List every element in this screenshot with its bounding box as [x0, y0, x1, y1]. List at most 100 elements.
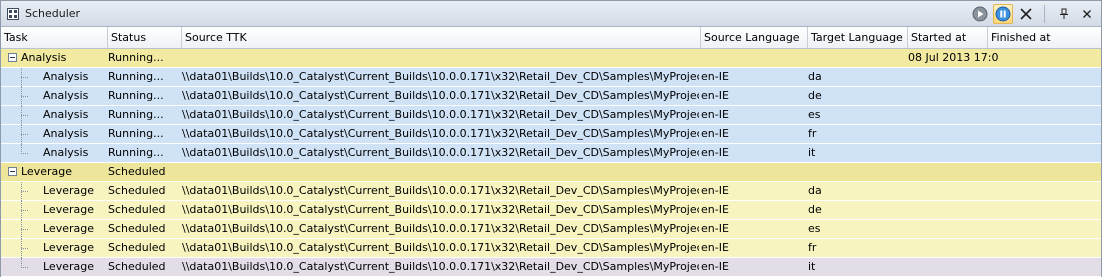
status-cell: Running... [108, 127, 164, 140]
status-cell: Running... [108, 146, 164, 159]
column-header-started-at[interactable]: Started at [907, 27, 987, 48]
tree-connector [21, 115, 28, 117]
table-row[interactable]: Leverage Scheduled \\data01\Builds\10.0_… [1, 258, 1101, 277]
finished-cell [988, 163, 1100, 181]
source-language-cell: en-IE [701, 222, 729, 235]
source-cell: \\data01\Builds\10.0_Catalyst\Current_Bu… [182, 241, 699, 254]
status-cell: Running... [108, 89, 164, 102]
target-language-cell: it [808, 260, 816, 273]
pin-button[interactable] [1054, 4, 1074, 24]
status-cell: Scheduled [108, 165, 166, 178]
collapse-toggle[interactable] [8, 53, 17, 62]
grid-icon [7, 7, 19, 20]
panel-close-icon [1083, 9, 1091, 18]
source-language-cell: en-IE [701, 184, 729, 197]
source-cell: \\data01\Builds\10.0_Catalyst\Current_Bu… [182, 203, 699, 216]
table-row[interactable]: Leverage Scheduled \\data01\Builds\10.0_… [1, 220, 1101, 239]
status-cell: Running... [108, 70, 164, 83]
column-header-row: Task Status Source TTK Source Language T… [1, 27, 1101, 49]
collapse-toggle[interactable] [8, 167, 17, 176]
target-language-cell: it [808, 146, 816, 159]
column-header-finished-at[interactable]: Finished at [987, 27, 1101, 48]
source-cell: \\data01\Builds\10.0_Catalyst\Current_Bu… [182, 146, 699, 159]
tree-connector [21, 96, 28, 98]
table-row[interactable]: Leverage Scheduled \\data01\Builds\10.0_… [1, 182, 1101, 201]
stop-button[interactable] [1016, 4, 1036, 24]
status-cell: Scheduled [108, 184, 166, 197]
table-row[interactable]: Analysis Running... \\data01\Builds\10.0… [1, 144, 1101, 163]
finished-cell [988, 49, 1100, 67]
tree-connector [21, 229, 28, 231]
target-language-cell: da [808, 70, 822, 83]
toolbar-separator [1044, 4, 1045, 23]
source-language-cell: en-IE [701, 203, 729, 216]
tree-connector [21, 153, 28, 155]
play-button[interactable] [970, 4, 990, 24]
target-language-cell: da [808, 184, 822, 197]
task-cell: Analysis [21, 51, 67, 64]
tree-connector [21, 267, 28, 269]
status-cell: Scheduled [108, 260, 166, 273]
panel-title: Scheduler [25, 7, 81, 20]
tree-connector [21, 134, 28, 136]
source-cell: \\data01\Builds\10.0_Catalyst\Current_Bu… [182, 222, 699, 235]
play-icon [972, 6, 988, 21]
task-cell: Leverage [21, 165, 72, 178]
group-row-analysis[interactable]: Analysis Running... 08 Jul 2013 17:0 [1, 49, 1101, 68]
source-cell: \\data01\Builds\10.0_Catalyst\Current_Bu… [182, 127, 699, 140]
task-cell: Analysis [43, 146, 89, 159]
column-header-source-ttk[interactable]: Source TTK [181, 27, 700, 48]
task-cell: Leverage [43, 260, 94, 273]
table-row[interactable]: Analysis Running... \\data01\Builds\10.0… [1, 106, 1101, 125]
table-row[interactable]: Leverage Scheduled \\data01\Builds\10.0_… [1, 201, 1101, 220]
task-cell: Leverage [43, 203, 94, 216]
task-cell: Leverage [43, 222, 94, 235]
column-header-source-language[interactable]: Source Language [700, 27, 807, 48]
source-cell: \\data01\Builds\10.0_Catalyst\Current_Bu… [182, 184, 699, 197]
column-header-task[interactable]: Task [1, 27, 107, 48]
source-language-cell: en-IE [701, 260, 729, 273]
status-cell: Running... [108, 51, 164, 64]
source-language-cell: en-IE [701, 89, 729, 102]
task-cell: Analysis [43, 89, 89, 102]
source-cell: \\data01\Builds\10.0_Catalyst\Current_Bu… [182, 89, 699, 102]
table-row[interactable]: Analysis Running... \\data01\Builds\10.0… [1, 125, 1101, 144]
pin-icon [1060, 8, 1068, 19]
table-row[interactable]: Analysis Running... \\data01\Builds\10.0… [1, 68, 1101, 87]
target-language-cell: de [808, 89, 822, 102]
source-language-cell: en-IE [701, 108, 729, 121]
task-cell: Leverage [43, 184, 94, 197]
tree-connector [21, 210, 28, 212]
source-language-cell: en-IE [701, 127, 729, 140]
table-row[interactable]: Analysis Running... \\data01\Builds\10.0… [1, 87, 1101, 106]
status-cell: Running... [108, 108, 164, 121]
source-language-cell: en-IE [701, 70, 729, 83]
minus-icon [10, 171, 15, 172]
status-cell: Scheduled [108, 241, 166, 254]
panel-titlebar: Scheduler [1, 1, 1101, 27]
panel-close-button[interactable] [1077, 4, 1097, 24]
target-language-cell: es [808, 108, 821, 121]
column-header-target-language[interactable]: Target Language [807, 27, 907, 48]
pause-button[interactable] [993, 3, 1013, 24]
task-cell: Analysis [43, 108, 89, 121]
target-language-cell: de [808, 203, 822, 216]
source-language-cell: en-IE [701, 146, 729, 159]
column-header-status[interactable]: Status [107, 27, 181, 48]
task-cell: Analysis [43, 127, 89, 140]
target-language-cell: fr [808, 127, 817, 140]
pause-icon [995, 6, 1011, 21]
source-cell: \\data01\Builds\10.0_Catalyst\Current_Bu… [182, 260, 699, 273]
close-icon [1020, 7, 1032, 20]
tree-connector [21, 191, 28, 193]
started-cell: 08 Jul 2013 17:0 [908, 51, 998, 64]
task-cell: Analysis [43, 70, 89, 83]
source-cell: \\data01\Builds\10.0_Catalyst\Current_Bu… [182, 108, 699, 121]
scheduler-panel: Scheduler Task Status Source TTK Source … [0, 0, 1102, 277]
target-language-cell: es [808, 222, 821, 235]
minus-icon [10, 57, 15, 58]
task-list: Analysis Running... 08 Jul 2013 17:0 Ana… [1, 49, 1101, 277]
table-row[interactable]: Leverage Scheduled \\data01\Builds\10.0_… [1, 239, 1101, 258]
source-cell: \\data01\Builds\10.0_Catalyst\Current_Bu… [182, 70, 699, 83]
group-row-leverage[interactable]: Leverage Scheduled [1, 163, 1101, 182]
